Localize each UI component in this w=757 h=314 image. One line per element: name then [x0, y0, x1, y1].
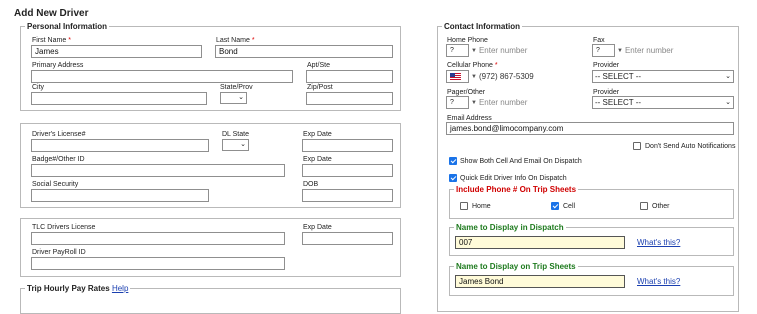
- pager-label: Pager/Other: [447, 89, 486, 96]
- help-link[interactable]: Help: [112, 284, 128, 293]
- trip-sheet-other-checkbox[interactable]: [640, 202, 648, 210]
- dl-exp-label: Exp Date: [303, 131, 332, 138]
- trip-sheets-phone-legend: Include Phone # On Trip Sheets: [456, 185, 577, 194]
- show-both-label: Show Both Cell And Email On Dispatch: [460, 158, 582, 165]
- tripsheet-name-input[interactable]: James Bond: [455, 275, 625, 288]
- chevron-down-icon: ⌄: [238, 94, 244, 101]
- pager-field[interactable]: ? ▼ Enter number: [446, 96, 582, 109]
- email-label: Email Address: [447, 115, 492, 122]
- primary-address-label: Primary Address: [32, 62, 84, 69]
- pager-country-code[interactable]: ?: [446, 96, 469, 109]
- pager-input[interactable]: Enter number: [479, 98, 527, 107]
- trip-sheet-home-label: Home: [472, 203, 491, 210]
- zip-input[interactable]: [306, 92, 393, 105]
- dispatch-whats-this-link[interactable]: What's this?: [637, 238, 680, 247]
- apt-input[interactable]: [306, 70, 393, 83]
- fax-input[interactable]: Enter number: [625, 46, 673, 55]
- tripsheet-whats-this-link[interactable]: What's this?: [637, 277, 680, 286]
- fax-label: Fax: [593, 37, 605, 44]
- trip-sheet-cell-label: Cell: [563, 203, 576, 210]
- trip-sheet-cell-checkbox[interactable]: [551, 202, 559, 210]
- city-input[interactable]: [31, 92, 207, 105]
- dl-exp-input[interactable]: [302, 139, 393, 152]
- show-both-checkbox[interactable]: [449, 157, 457, 165]
- quick-edit-label: Quick Edit Driver Info On Dispatch: [460, 175, 567, 182]
- tlc-input[interactable]: [31, 232, 285, 245]
- dispatch-name-legend: Name to Display in Dispatch: [456, 223, 564, 232]
- dob-label: DOB: [303, 181, 319, 188]
- provider-label: Provider: [593, 62, 620, 69]
- home-country-code[interactable]: ?: [446, 44, 469, 57]
- trip-sheet-home-checkbox[interactable]: [460, 202, 468, 210]
- quick-edit-checkbox[interactable]: [449, 174, 457, 182]
- badge-exp-label: Exp Date: [303, 156, 332, 163]
- chevron-down-icon: ▼: [471, 47, 477, 54]
- dl-input[interactable]: [31, 139, 209, 152]
- last-name-input[interactable]: Bond: [215, 45, 393, 58]
- provider2-select[interactable]: -- SELECT -- ⌄: [592, 96, 734, 109]
- primary-address-input[interactable]: [31, 70, 293, 83]
- chevron-down-icon: ▼: [471, 73, 477, 80]
- cell-phone-field[interactable]: ▼ (972) 867-5309: [446, 70, 582, 83]
- tlc-exp-input[interactable]: [302, 232, 393, 245]
- us-flag-icon: [450, 73, 461, 80]
- page-title: Add New Driver: [14, 8, 89, 19]
- apt-label: Apt/Ste: [307, 62, 330, 69]
- no-auto-notify-label: Don't Send Auto Notifications: [645, 143, 736, 150]
- email-input[interactable]: james.bond@limocompany.com: [446, 122, 734, 135]
- dl-state-label: DL State: [222, 131, 249, 138]
- cell-country-code[interactable]: [446, 70, 469, 83]
- badge-input[interactable]: [31, 164, 285, 177]
- provider2-label: Provider: [593, 89, 620, 96]
- chevron-down-icon: ▼: [471, 99, 477, 106]
- trip-sheet-other-label: Other: [652, 203, 670, 210]
- ssn-label: Social Security: [32, 181, 79, 188]
- home-phone-field[interactable]: ? ▼ Enter number: [446, 44, 582, 57]
- trip-sheets-phone-section: Include Phone # On Trip Sheets: [449, 185, 734, 219]
- state-label: State/Prov: [220, 84, 253, 91]
- ssn-input[interactable]: [31, 189, 209, 202]
- provider-select[interactable]: -- SELECT -- ⌄: [592, 70, 734, 83]
- first-name-input[interactable]: James: [31, 45, 202, 58]
- payroll-label: Driver PayRoll ID: [32, 249, 86, 256]
- payroll-input[interactable]: [31, 257, 285, 270]
- zip-label: Zip/Post: [307, 84, 333, 91]
- no-auto-notify-checkbox[interactable]: [633, 142, 641, 150]
- cell-phone-input[interactable]: (972) 867-5309: [479, 72, 534, 81]
- state-select[interactable]: ⌄: [220, 92, 247, 104]
- home-phone-label: Home Phone: [447, 37, 488, 44]
- contact-info-legend: Contact Information: [444, 22, 520, 31]
- chevron-down-icon: ⌄: [725, 99, 731, 106]
- badge-exp-input[interactable]: [302, 164, 393, 177]
- dl-state-select[interactable]: ⌄: [222, 139, 249, 151]
- last-name-label: Last Name *: [216, 37, 255, 44]
- dl-label: Driver's License#: [32, 131, 86, 138]
- home-phone-input[interactable]: Enter number: [479, 46, 527, 55]
- cell-phone-label: Cellular Phone *: [447, 62, 498, 69]
- fax-field[interactable]: ? ▼ Enter number: [592, 44, 728, 57]
- tlc-label: TLC Drivers License: [32, 224, 96, 231]
- first-name-label: First Name *: [32, 37, 71, 44]
- pay-rates-section: Trip Hourly Pay Rates Help: [20, 284, 401, 314]
- pay-rates-legend: Trip Hourly Pay Rates Help: [27, 284, 129, 293]
- tripsheet-name-legend: Name to Display on Trip Sheets: [456, 262, 576, 271]
- personal-info-legend: Personal Information: [27, 22, 108, 31]
- fax-country-code[interactable]: ?: [592, 44, 615, 57]
- city-label: City: [32, 84, 45, 91]
- dob-input[interactable]: [302, 189, 393, 202]
- chevron-down-icon: ⌄: [725, 73, 731, 80]
- tlc-exp-label: Exp Date: [303, 224, 332, 231]
- chevron-down-icon: ▼: [617, 47, 623, 54]
- dispatch-name-input[interactable]: 007: [455, 236, 625, 249]
- chevron-down-icon: ⌄: [240, 141, 246, 148]
- badge-label: Badge#/Other ID: [32, 156, 85, 163]
